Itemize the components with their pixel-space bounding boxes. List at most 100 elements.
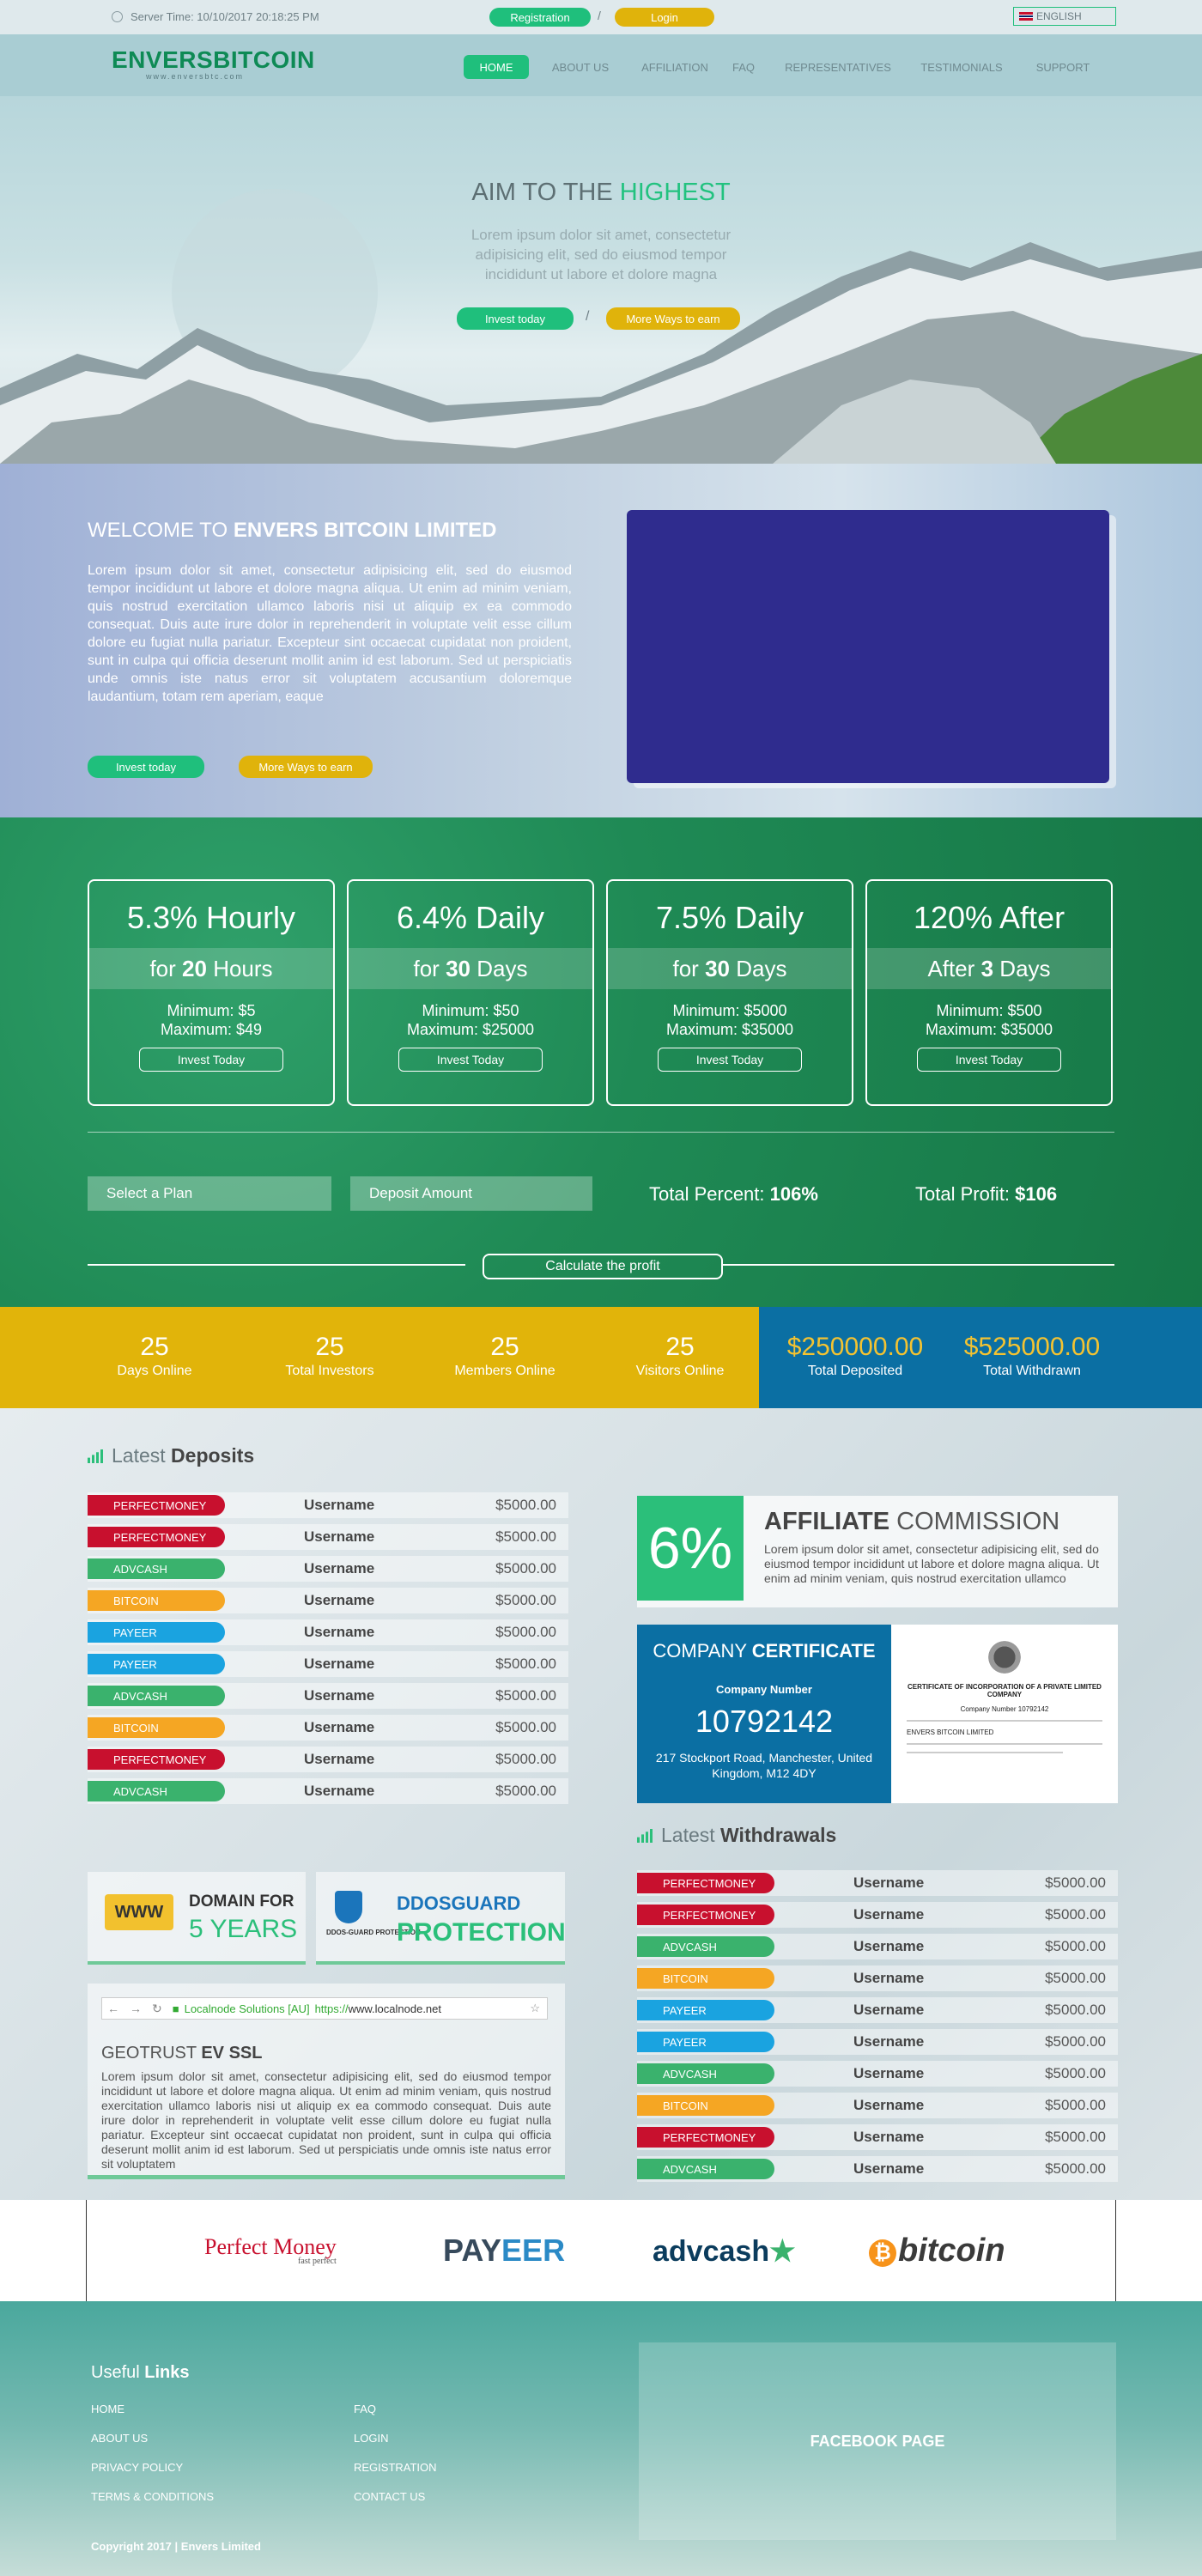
plan-minimum: Minimum: $50: [422, 1002, 519, 1019]
amount: $5000.00: [1045, 2097, 1106, 2113]
footer-link-home[interactable]: HOME: [91, 2403, 124, 2415]
ssl-url-prefix: https://: [314, 2002, 349, 2015]
hero-invest-button[interactable]: Invest today: [457, 307, 574, 330]
nav-about-us[interactable]: ABOUT US: [541, 55, 620, 79]
payment-method-badge: BITCOIN: [88, 1590, 225, 1611]
calculate-profit-button[interactable]: Calculate the profit: [483, 1254, 723, 1279]
stat-value: 25: [490, 1333, 519, 1361]
footer-link-contact-us[interactable]: CONTACT US: [354, 2490, 425, 2503]
stat-value: $250000.00: [786, 1333, 924, 1361]
footer-link-faq[interactable]: FAQ: [354, 2403, 376, 2415]
text-line: [907, 1743, 1102, 1745]
hero-text: Lorem ipsum dolor sit amet, consectetur …: [470, 227, 732, 283]
stat-total-deposited: $250000.00 Total Deposited: [776, 1333, 934, 1379]
total-percent-label: Total Percent:: [649, 1183, 765, 1205]
deposit-amount-input[interactable]: Deposit Amount: [350, 1176, 592, 1211]
welcome-title-prefix: WELCOME TO: [88, 519, 228, 542]
nav-affiliation[interactable]: AFFILIATION: [632, 55, 718, 79]
stat-label: Days Online: [117, 1364, 192, 1378]
perfect-money-text: Perfect Money: [204, 2234, 337, 2259]
plan-minimum: Minimum: $5000: [672, 1002, 787, 1019]
payment-logos: Perfect Money fast perfect PAYEER advcash…: [0, 2200, 1202, 2301]
company-certificate: COMPANY CERTIFICATE Company Number 10792…: [637, 1625, 1118, 1803]
footer-link-registration[interactable]: REGISTRATION: [354, 2461, 437, 2474]
certificate-doc-title: CERTIFICATE OF INCORPORATION OF A PRIVAT…: [908, 1683, 1102, 1698]
nav-testimonials[interactable]: TESTIMONIALS: [910, 55, 1013, 79]
plan-invest-button[interactable]: Invest Today: [398, 1048, 543, 1072]
chart-icon: [88, 1449, 103, 1463]
plan-minimum: Minimum: $500: [936, 1002, 1042, 1019]
plan-rate: 5.3% Hourly: [89, 900, 333, 936]
shield-icon: [335, 1891, 362, 1923]
nav-faq[interactable]: FAQ: [721, 55, 766, 79]
video-player[interactable]: [627, 510, 1109, 783]
logo[interactable]: ENVERSBITCOIN: [112, 46, 315, 74]
amount: $5000.00: [495, 1497, 556, 1513]
plan-invest-button[interactable]: Invest Today: [658, 1048, 802, 1072]
plan-invest-button[interactable]: Invest Today: [917, 1048, 1061, 1072]
footer-link-terms[interactable]: TERMS & CONDITIONS: [91, 2490, 214, 2503]
registration-button[interactable]: Registration: [489, 8, 591, 27]
payment-method-badge: BITCOIN: [637, 2095, 774, 2116]
top-bar: Server Time: 10/10/2017 20:18:25 PM Regi…: [0, 0, 1202, 34]
plan-invest-button[interactable]: Invest Today: [139, 1048, 283, 1072]
stat-label: Total Deposited: [807, 1364, 903, 1378]
ssl-url: www.localnode.net: [348, 2002, 442, 2015]
withdrawals-title: Latest Withdrawals: [637, 1824, 836, 1847]
welcome-invest-button[interactable]: Invest today: [88, 756, 204, 778]
hero-more-ways-button[interactable]: More Ways to earn: [606, 307, 740, 330]
plan-period-number: 3: [980, 955, 994, 981]
login-button[interactable]: Login: [615, 8, 714, 27]
payment-method-badge: PAYEER: [637, 2032, 774, 2052]
plan-minimum: Minimum: $5: [167, 1002, 256, 1019]
perfect-money-logo: Perfect Money fast perfect: [204, 2234, 337, 2266]
username: Username: [304, 1624, 375, 1640]
plan-period: for 30 Days: [349, 948, 592, 989]
certificate-doc-company: ENVERS BITCOIN LIMITED: [907, 1728, 994, 1736]
hero-title-prefix: AIM TO THE: [471, 179, 613, 206]
plan-card: 7.5% Daily for 30 Days Minimum: $5000 Ma…: [606, 879, 853, 1106]
plan-select[interactable]: Select a Plan: [88, 1176, 331, 1211]
plan-period-prefix: After: [927, 955, 975, 981]
domain-line2: 5 YEARS: [189, 1915, 298, 1943]
welcome-more-ways-button[interactable]: More Ways to earn: [239, 756, 373, 778]
plan-period-number: 30: [446, 955, 470, 981]
ssl-title: GEOTRUST EV SSL: [101, 2044, 262, 2063]
nav-representatives[interactable]: REPRESENTATIVES: [778, 55, 898, 79]
payment-method-badge: PAYEER: [88, 1654, 225, 1674]
domain-box: WWW DOMAIN FOR 5 YEARS: [88, 1872, 306, 1965]
footer-link-about-us[interactable]: ABOUT US: [91, 2432, 148, 2445]
amount: $5000.00: [1045, 1938, 1106, 1954]
affiliate-text: Lorem ipsum dolor sit amet, consectetur …: [764, 1542, 1099, 1585]
transaction-row: BITCOIN Username $5000.00: [88, 1588, 568, 1613]
payeer-logo: PAYEER: [443, 2233, 565, 2269]
welcome-title-bold: ENVERS BITCOIN LIMITED: [233, 519, 497, 542]
footer-link-privacy-policy[interactable]: PRIVACY POLICY: [91, 2461, 183, 2474]
transaction-row: PAYEER Username $5000.00: [637, 2029, 1118, 2055]
plan-rate: 120% After: [867, 900, 1111, 936]
nav-support[interactable]: SUPPORT: [1029, 55, 1097, 79]
transaction-row: BITCOIN Username $5000.00: [637, 1965, 1118, 1991]
language-selector[interactable]: ENGLISH: [1013, 7, 1116, 26]
ssl-title-bold: EV SSL: [201, 2044, 263, 2063]
transaction-row: PERFECTMONEY Username $5000.00: [88, 1492, 568, 1518]
nav-home[interactable]: HOME: [464, 55, 529, 79]
plan-rate-value: 6.4%: [396, 900, 468, 935]
amount: $5000.00: [495, 1560, 556, 1577]
payment-method-badge: PERFECTMONEY: [88, 1527, 225, 1547]
footer-link-login[interactable]: LOGIN: [354, 2432, 388, 2445]
plan-maximum: Maximum: $49: [160, 1021, 263, 1038]
lock-icon: ■: [172, 2002, 179, 2015]
total-profit-value: $106: [1015, 1183, 1058, 1205]
stat-days-online: 25 Days Online: [77, 1333, 232, 1379]
payment-method-badge: PERFECTMONEY: [637, 2127, 774, 2148]
welcome-section: WELCOME TO ENVERS BITCOIN LIMITED Lorem …: [0, 464, 1202, 817]
plan-maximum: Maximum: $25000: [406, 1021, 535, 1038]
uk-flag-icon: [1019, 12, 1033, 21]
facebook-page-widget[interactable]: FACEBOOK PAGE: [639, 2342, 1116, 2540]
company-number: 10792142: [695, 1704, 834, 1739]
plan-period: for 30 Days: [608, 948, 852, 989]
username: Username: [853, 2033, 925, 2050]
certificate-document[interactable]: CERTIFICATE OF INCORPORATION OF A PRIVAT…: [891, 1625, 1118, 1803]
plan-rate-label: Hourly: [206, 900, 296, 935]
